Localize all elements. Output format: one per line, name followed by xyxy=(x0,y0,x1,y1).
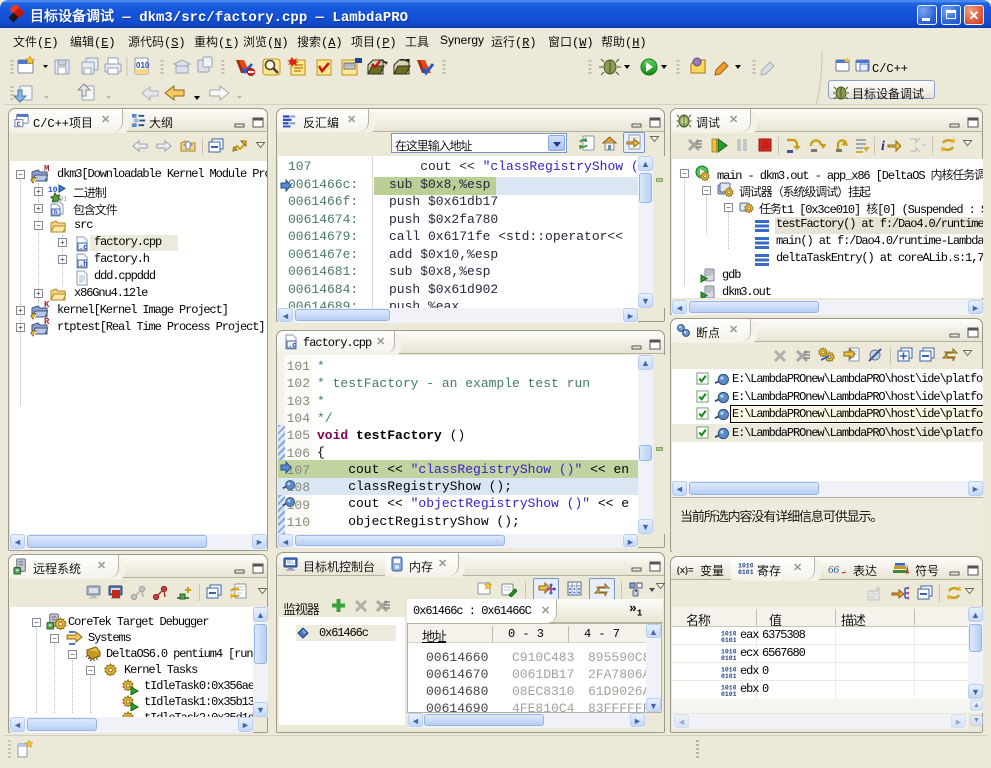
svg-text:i: i xyxy=(881,139,885,153)
svg-text:010: 010 xyxy=(136,61,150,70)
